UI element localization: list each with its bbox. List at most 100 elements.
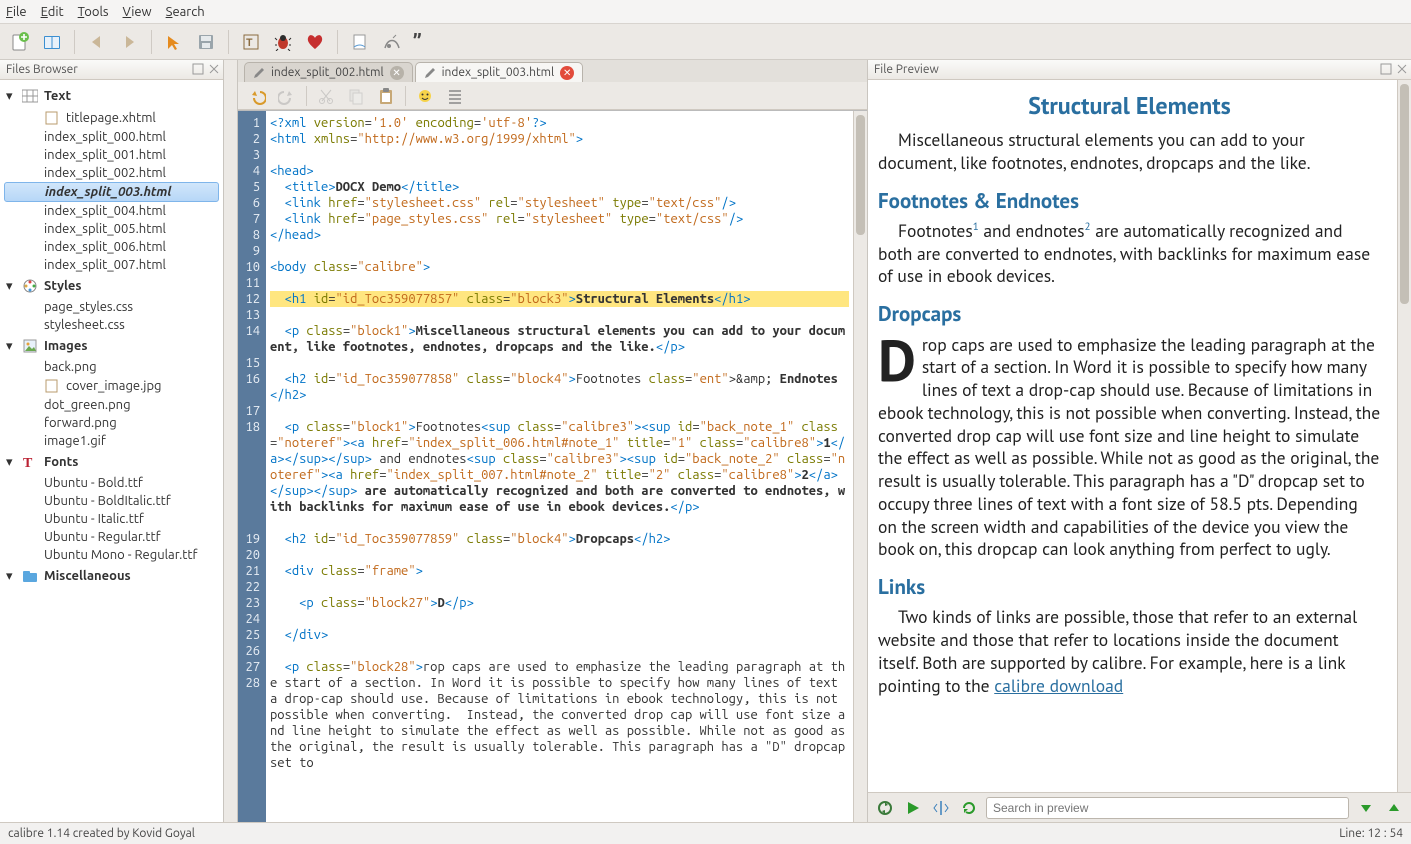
file-item[interactable]: image1.gif — [0, 432, 223, 450]
file-item[interactable]: cover_image.jpg — [0, 376, 223, 396]
reload-icon[interactable] — [958, 797, 980, 819]
sync-icon[interactable] — [874, 797, 896, 819]
file-item[interactable]: index_split_005.html — [0, 220, 223, 238]
preview-p-dropcaps: Drop caps are used to emphasize the lead… — [878, 334, 1381, 562]
editor-tab[interactable]: index_split_002.html✕ — [244, 62, 413, 82]
forward-icon[interactable] — [117, 30, 141, 54]
undock-icon[interactable] — [1379, 62, 1393, 76]
tab-close-icon[interactable]: ✕ — [560, 66, 574, 80]
files-browser-title: Files Browser — [0, 60, 223, 80]
play-icon[interactable] — [902, 797, 924, 819]
file-item[interactable]: Ubuntu - BoldItalic.ttf — [0, 492, 223, 510]
files-category[interactable]: ▾Styles — [0, 274, 223, 298]
file-item[interactable]: index_split_002.html — [0, 164, 223, 182]
save-icon[interactable] — [194, 30, 218, 54]
new-file-icon[interactable] — [8, 30, 32, 54]
copy-icon[interactable] — [345, 85, 367, 107]
back-icon[interactable] — [85, 30, 109, 54]
search-next-icon[interactable] — [1355, 797, 1377, 819]
open-book-icon[interactable] — [40, 30, 64, 54]
preview-h1: Structural Elements — [878, 90, 1381, 121]
files-browser-panel: Files Browser ▾Texttitlepage.xhtmlindex_… — [0, 60, 224, 822]
heart-icon[interactable] — [303, 30, 327, 54]
files-category[interactable]: ▾Miscellaneous — [0, 564, 223, 588]
editor-tabs: index_split_002.html✕index_split_003.htm… — [238, 60, 867, 82]
menu-file[interactable]: File — [6, 5, 27, 19]
quote-icon[interactable]: ” — [412, 30, 436, 54]
pencil-icon — [253, 67, 265, 79]
statusbar: calibre 1.14 created by Kovid Goyal Line… — [0, 822, 1411, 844]
split-icon[interactable] — [930, 797, 952, 819]
file-item[interactable]: index_split_001.html — [0, 146, 223, 164]
toc-icon[interactable]: T — [239, 30, 263, 54]
preview-h2-links: Links — [878, 573, 1381, 600]
files-category[interactable]: ▾Text — [0, 84, 223, 108]
beautify-icon[interactable] — [414, 85, 436, 107]
preview-p-misc: Miscellaneous structural elements you ca… — [878, 129, 1381, 175]
file-item[interactable]: Ubuntu - Regular.ttf — [0, 528, 223, 546]
menu-search[interactable]: Search — [166, 5, 205, 19]
preview-p-footnotes: Footnotes1 and endnotes2 are automatical… — [878, 220, 1381, 288]
search-prev-icon[interactable] — [1383, 797, 1405, 819]
menu-edit[interactable]: Edit — [41, 5, 64, 19]
preview-title-bar: File Preview — [868, 60, 1411, 80]
cursor-icon[interactable] — [162, 30, 186, 54]
list-icon[interactable] — [444, 85, 466, 107]
menubar: File Edit Tools View Search — [0, 0, 1411, 24]
file-item[interactable]: index_split_004.html — [0, 202, 223, 220]
redo-icon[interactable] — [276, 85, 298, 107]
cut-icon[interactable] — [315, 85, 337, 107]
paste-icon[interactable] — [375, 85, 397, 107]
svg-text:”: ” — [413, 33, 422, 51]
line-gutter: 1234567891011121314151617181920212223242… — [238, 111, 266, 822]
undo-icon[interactable] — [246, 85, 268, 107]
file-item[interactable]: page_styles.css — [0, 298, 223, 316]
main-toolbar: T ” — [0, 24, 1411, 60]
preview-panel: File Preview Structural Elements Miscell… — [867, 60, 1411, 822]
preview-p-links: Two kinds of links are possible, those t… — [878, 606, 1381, 697]
preview-toolbar — [868, 792, 1411, 822]
page-icon[interactable] — [348, 30, 372, 54]
editor-toolbar — [238, 82, 867, 110]
svg-text:T: T — [23, 456, 33, 470]
menu-tools[interactable]: Tools — [78, 5, 109, 19]
files-browser-label: Files Browser — [6, 63, 78, 76]
file-item[interactable]: titlepage.xhtml — [0, 108, 223, 128]
preview-h2-footnotes: Footnotes & Endnotes — [878, 187, 1381, 214]
preview-h2-dropcaps: Dropcaps — [878, 300, 1381, 327]
status-line-col: Line: 12 : 54 — [1339, 827, 1403, 840]
preview-search-input[interactable] — [986, 797, 1349, 819]
preview-link-calibre[interactable]: calibre download — [994, 674, 1123, 697]
files-category[interactable]: ▾Images — [0, 334, 223, 358]
close-panel-icon[interactable] — [1395, 62, 1409, 76]
preview-body[interactable]: Structural Elements Miscellaneous struct… — [868, 80, 1397, 792]
undock-icon[interactable] — [191, 62, 205, 76]
file-item[interactable]: Ubuntu Mono - Regular.ttf — [0, 546, 223, 564]
file-item[interactable]: Ubuntu - Italic.ttf — [0, 510, 223, 528]
file-item[interactable]: index_split_000.html — [0, 128, 223, 146]
svg-text:T: T — [246, 37, 253, 49]
file-item[interactable]: back.png — [0, 358, 223, 376]
pencil-icon — [424, 67, 436, 79]
code-editor[interactable]: 1234567891011121314151617181920212223242… — [238, 110, 867, 822]
file-item[interactable]: Ubuntu - Bold.ttf — [0, 474, 223, 492]
close-panel-icon[interactable] — [207, 62, 221, 76]
file-item[interactable]: dot_green.png — [0, 396, 223, 414]
bug-icon[interactable] — [271, 30, 295, 54]
file-item[interactable]: forward.png — [0, 414, 223, 432]
preview-icon[interactable] — [380, 30, 404, 54]
file-item[interactable]: index_split_003.html — [4, 182, 219, 202]
editor-scrollbar[interactable] — [853, 111, 867, 822]
status-left: calibre 1.14 created by Kovid Goyal — [8, 827, 195, 840]
file-item[interactable]: index_split_007.html — [0, 256, 223, 274]
file-item[interactable]: index_split_006.html — [0, 238, 223, 256]
preview-title: File Preview — [874, 63, 939, 76]
file-item[interactable]: stylesheet.css — [0, 316, 223, 334]
menu-view[interactable]: View — [123, 5, 152, 19]
editor-panel: index_split_002.html✕index_split_003.htm… — [238, 60, 867, 822]
splitter[interactable] — [224, 60, 238, 822]
editor-tab[interactable]: index_split_003.html✕ — [415, 62, 584, 82]
files-category[interactable]: ▾TFonts — [0, 450, 223, 474]
tab-close-icon[interactable]: ✕ — [390, 66, 404, 80]
preview-scrollbar[interactable] — [1397, 80, 1411, 792]
